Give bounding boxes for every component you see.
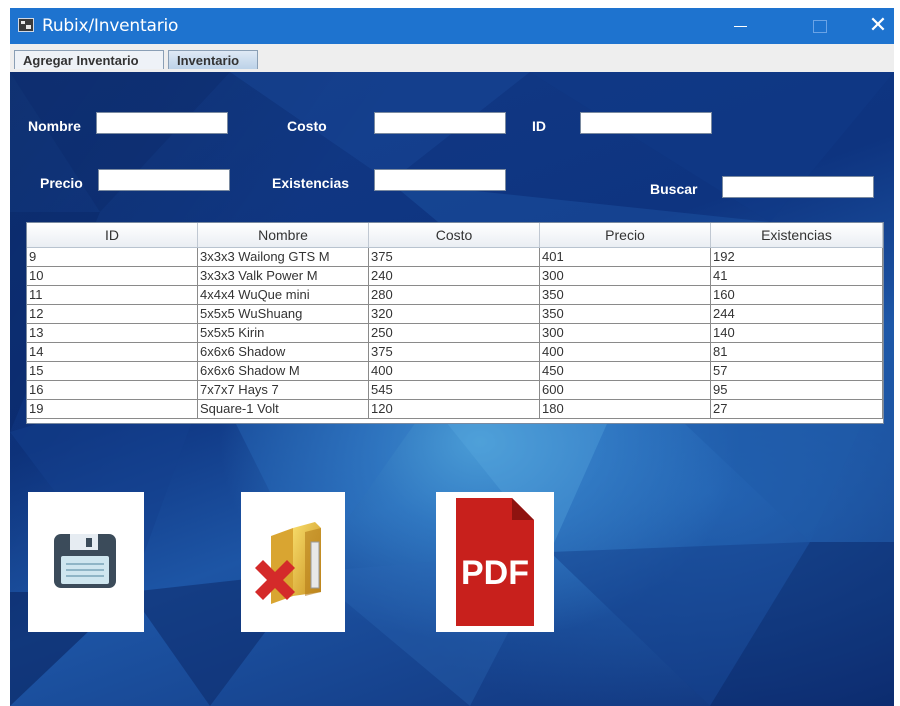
cell-existencias[interactable]: 192 bbox=[711, 248, 883, 266]
minimize-button[interactable] bbox=[718, 8, 762, 44]
cell-id[interactable]: 13 bbox=[27, 324, 198, 342]
cell-nombre[interactable]: 6x6x6 Shadow bbox=[198, 343, 369, 361]
cell-id[interactable]: 16 bbox=[27, 381, 198, 399]
cell-nombre[interactable]: 4x4x4 WuQue mini bbox=[198, 286, 369, 304]
folder-delete-icon bbox=[255, 522, 321, 604]
cell-nombre[interactable]: Square-1 Volt bbox=[198, 400, 369, 418]
title-bar[interactable]: Rubix/Inventario ✕ bbox=[10, 8, 894, 44]
tab-agregar-inventario[interactable]: Agregar Inventario bbox=[14, 50, 164, 69]
table-row[interactable]: 11 4x4x4 WuQue mini 280 350 160 bbox=[27, 286, 883, 305]
tab-inventario[interactable]: Inventario bbox=[168, 50, 258, 69]
existencias-field[interactable] bbox=[374, 169, 506, 191]
nombre-label: Nombre bbox=[28, 118, 81, 134]
cell-costo[interactable]: 240 bbox=[369, 267, 540, 285]
cell-nombre[interactable]: 6x6x6 Shadow M bbox=[198, 362, 369, 380]
pdf-document-icon: PDF bbox=[456, 498, 534, 626]
cell-existencias[interactable]: 41 bbox=[711, 267, 883, 285]
pdf-label: PDF bbox=[461, 554, 529, 592]
costo-field[interactable] bbox=[374, 112, 506, 134]
existencias-label: Existencias bbox=[272, 175, 350, 191]
cell-precio[interactable]: 350 bbox=[540, 286, 711, 304]
cell-precio[interactable]: 401 bbox=[540, 248, 711, 266]
cell-nombre[interactable]: 3x3x3 Valk Power M bbox=[198, 267, 369, 285]
cell-nombre[interactable]: 5x5x5 Kirin bbox=[198, 324, 369, 342]
cell-id[interactable]: 19 bbox=[27, 400, 198, 418]
table-row[interactable]: 12 5x5x5 WuShuang 320 350 244 bbox=[27, 305, 883, 324]
cell-costo[interactable]: 120 bbox=[369, 400, 540, 418]
inventory-panel: Nombre Costo ID Precio Existencias Busca… bbox=[10, 72, 894, 706]
cell-id[interactable]: 9 bbox=[27, 248, 198, 266]
id-label: ID bbox=[532, 118, 546, 134]
cell-precio[interactable]: 450 bbox=[540, 362, 711, 380]
app-window: Rubix/Inventario ✕ Agregar Inventario In… bbox=[10, 8, 894, 706]
cell-id[interactable]: 11 bbox=[27, 286, 198, 304]
cell-costo[interactable]: 375 bbox=[369, 248, 540, 266]
maximize-icon bbox=[813, 20, 827, 33]
table-header: ID Nombre Costo Precio Existencias bbox=[27, 223, 883, 248]
column-header-precio[interactable]: Precio bbox=[540, 223, 711, 247]
minimize-icon bbox=[734, 26, 747, 27]
cell-existencias[interactable]: 27 bbox=[711, 400, 883, 418]
cell-nombre[interactable]: 7x7x7 Hays 7 bbox=[198, 381, 369, 399]
precio-label: Precio bbox=[40, 175, 83, 191]
cell-id[interactable]: 10 bbox=[27, 267, 198, 285]
table-row[interactable]: 9 3x3x3 Wailong GTS M 375 401 192 bbox=[27, 248, 883, 267]
buscar-label: Buscar bbox=[650, 181, 698, 197]
cell-nombre[interactable]: 3x3x3 Wailong GTS M bbox=[198, 248, 369, 266]
table-body: 9 3x3x3 Wailong GTS M 375 401 192 10 3x3… bbox=[27, 248, 883, 419]
cell-costo[interactable]: 280 bbox=[369, 286, 540, 304]
inventory-table[interactable]: ID Nombre Costo Precio Existencias 9 3x3… bbox=[26, 222, 884, 424]
cell-id[interactable]: 15 bbox=[27, 362, 198, 380]
cell-precio[interactable]: 300 bbox=[540, 324, 711, 342]
cell-costo[interactable]: 320 bbox=[369, 305, 540, 323]
cell-precio[interactable]: 300 bbox=[540, 267, 711, 285]
cell-costo[interactable]: 400 bbox=[369, 362, 540, 380]
cell-existencias[interactable]: 57 bbox=[711, 362, 883, 380]
window-title: Rubix/Inventario bbox=[42, 16, 179, 36]
maximize-button[interactable] bbox=[798, 8, 842, 44]
cell-costo[interactable]: 375 bbox=[369, 343, 540, 361]
cell-id[interactable]: 14 bbox=[27, 343, 198, 361]
table-row[interactable]: 19 Square-1 Volt 120 180 27 bbox=[27, 400, 883, 419]
cell-precio[interactable]: 180 bbox=[540, 400, 711, 418]
cell-existencias[interactable]: 81 bbox=[711, 343, 883, 361]
table-row[interactable]: 14 6x6x6 Shadow 375 400 81 bbox=[27, 343, 883, 362]
costo-label: Costo bbox=[287, 118, 327, 134]
cell-existencias[interactable]: 140 bbox=[711, 324, 883, 342]
save-button[interactable] bbox=[28, 492, 144, 632]
column-header-existencias[interactable]: Existencias bbox=[711, 223, 883, 247]
cell-precio[interactable]: 400 bbox=[540, 343, 711, 361]
floppy-disk-icon bbox=[54, 534, 116, 588]
precio-field[interactable] bbox=[98, 169, 230, 191]
pdf-button[interactable]: PDF bbox=[436, 492, 554, 632]
cell-id[interactable]: 12 bbox=[27, 305, 198, 323]
app-icon bbox=[18, 18, 34, 32]
cell-precio[interactable]: 600 bbox=[540, 381, 711, 399]
column-header-id[interactable]: ID bbox=[27, 223, 198, 247]
cell-existencias[interactable]: 160 bbox=[711, 286, 883, 304]
table-row[interactable]: 13 5x5x5 Kirin 250 300 140 bbox=[27, 324, 883, 343]
cell-precio[interactable]: 350 bbox=[540, 305, 711, 323]
tab-strip: Agregar Inventario Inventario bbox=[10, 44, 894, 73]
cell-existencias[interactable]: 95 bbox=[711, 381, 883, 399]
cell-costo[interactable]: 250 bbox=[369, 324, 540, 342]
buscar-field[interactable] bbox=[722, 176, 874, 198]
table-row[interactable]: 15 6x6x6 Shadow M 400 450 57 bbox=[27, 362, 883, 381]
delete-button[interactable] bbox=[241, 492, 345, 632]
nombre-field[interactable] bbox=[96, 112, 228, 134]
cell-existencias[interactable]: 244 bbox=[711, 305, 883, 323]
column-header-costo[interactable]: Costo bbox=[369, 223, 540, 247]
cell-costo[interactable]: 545 bbox=[369, 381, 540, 399]
id-field[interactable] bbox=[580, 112, 712, 134]
column-header-nombre[interactable]: Nombre bbox=[198, 223, 369, 247]
table-row[interactable]: 10 3x3x3 Valk Power M 240 300 41 bbox=[27, 267, 883, 286]
close-button[interactable]: ✕ bbox=[856, 8, 894, 44]
table-row[interactable]: 16 7x7x7 Hays 7 545 600 95 bbox=[27, 381, 883, 400]
cell-nombre[interactable]: 5x5x5 WuShuang bbox=[198, 305, 369, 323]
